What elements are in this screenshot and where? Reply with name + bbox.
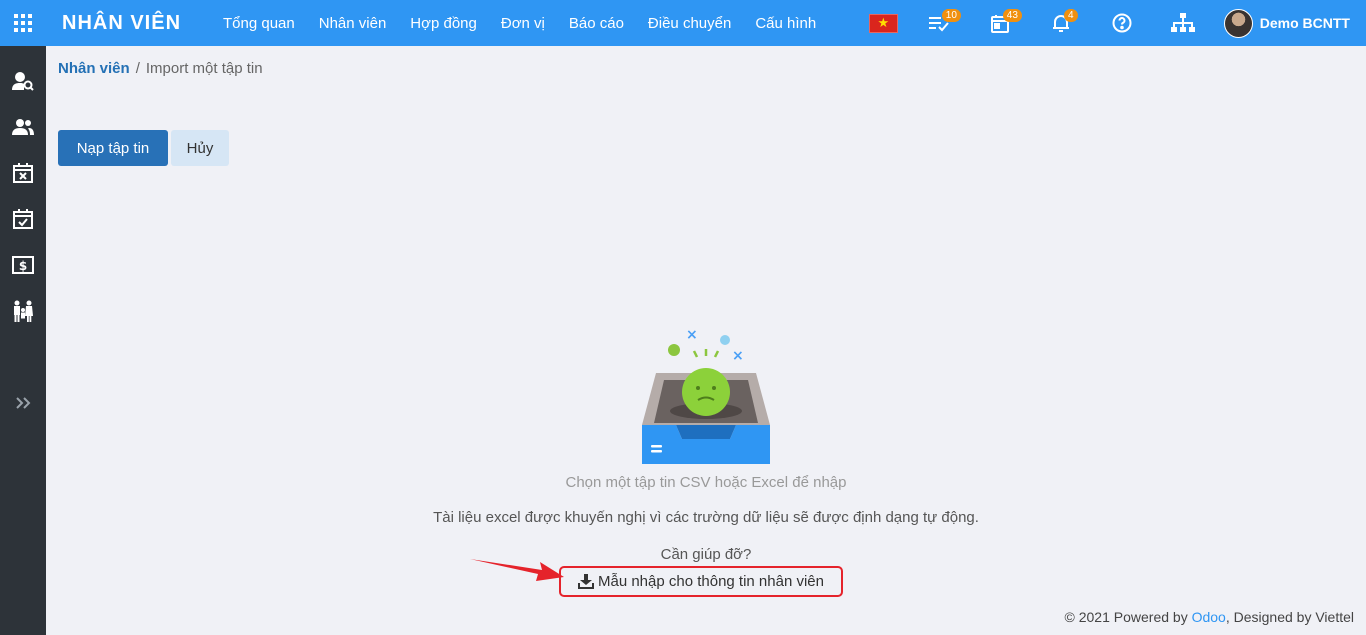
money-icon[interactable]: $ — [0, 250, 46, 280]
import-template-link[interactable]: Mẫu nhập cho thông tin nhân viên — [559, 566, 843, 597]
notifications-badge: 4 — [1063, 9, 1078, 22]
users-icon[interactable] — [0, 112, 46, 142]
bell-icon[interactable]: 4 — [1041, 0, 1081, 46]
menu-hop-dong[interactable]: Hợp đồng — [410, 15, 477, 32]
odoo-link[interactable]: Odoo — [1192, 609, 1226, 625]
top-navbar: NHÂN VIÊN Tổng quan Nhân viên Hợp đồng Đ… — [0, 0, 1366, 46]
import-template-label: Mẫu nhập cho thông tin nhân viên — [597, 573, 824, 590]
annotation-arrow — [470, 559, 564, 581]
user-name[interactable]: Demo BCNTT — [1260, 15, 1350, 31]
menu-cau-hinh[interactable]: Cấu hình — [755, 15, 816, 32]
footer-prefix: © 2021 Powered by — [1064, 609, 1192, 625]
activities-badge: 10 — [941, 9, 961, 22]
footer-suffix: , Designed by Viettel — [1225, 609, 1354, 625]
family-icon[interactable] — [0, 296, 46, 326]
menu-don-vi[interactable]: Đơn vị — [501, 15, 545, 32]
load-file-button[interactable]: Nạp tập tin — [58, 130, 168, 166]
activities-icon[interactable]: 10 — [919, 0, 961, 46]
download-icon — [577, 574, 594, 589]
calendar-x-icon[interactable] — [0, 158, 46, 188]
svg-text:$: $ — [19, 259, 27, 273]
main-menu: Tổng quan Nhân viên Hợp đồng Đơn vị Báo … — [223, 15, 840, 32]
org-chart-icon[interactable] — [1163, 0, 1203, 46]
topbar-right: ★ 10 43 4 Demo BCNTT — [868, 0, 1366, 46]
calendar-check-icon[interactable] — [0, 204, 46, 234]
help-label: Cần giúp đỡ? — [660, 546, 752, 563]
breadcrumb: Nhân viên / Import một tập tin — [58, 60, 263, 77]
breadcrumb-current: Import một tập tin — [145, 60, 263, 77]
menu-tong-quan[interactable]: Tổng quan — [223, 15, 295, 32]
cancel-button[interactable]: Hủy — [171, 130, 229, 166]
menu-bao-cao[interactable]: Báo cáo — [569, 15, 624, 32]
svg-text:×: × — [732, 348, 744, 364]
footer: © 2021 Powered by Odoo, Designed by Viet… — [1065, 609, 1354, 625]
menu-nhan-vien[interactable]: Nhân viên — [319, 15, 387, 32]
choose-file-hint: Chọn một tập tin CSV hoặc Excel để nhập — [565, 474, 847, 491]
excel-recommendation: Tài liệu excel được khuyến nghị vì các t… — [433, 509, 979, 526]
svg-text:×: × — [686, 327, 698, 343]
menu-dieu-chuyen[interactable]: Điều chuyển — [648, 15, 731, 32]
calendar-badge: 43 — [1002, 9, 1022, 22]
app-title: NHÂN VIÊN — [62, 11, 182, 34]
expand-sidebar-icon[interactable] — [0, 388, 46, 418]
vietnam-flag-icon[interactable]: ★ — [868, 13, 898, 33]
breadcrumb-separator: / — [135, 60, 140, 77]
help-icon[interactable] — [1102, 0, 1142, 46]
apps-grid-icon[interactable] — [0, 0, 46, 46]
user-avatar[interactable] — [1223, 8, 1253, 38]
user-search-icon[interactable] — [0, 66, 46, 96]
breadcrumb-parent[interactable]: Nhân viên — [58, 60, 130, 77]
empty-inbox-illustration: × × — [642, 327, 770, 464]
calendar-icon[interactable]: 43 — [980, 0, 1022, 46]
